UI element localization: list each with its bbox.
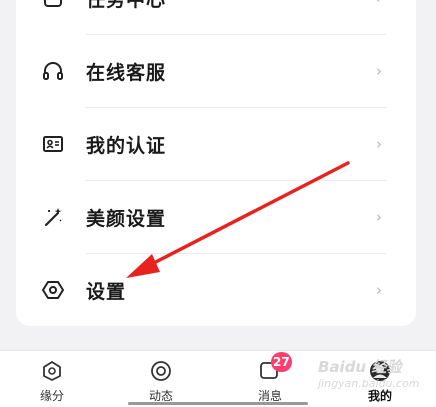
tab-messages[interactable]: 27 消息 bbox=[230, 351, 310, 407]
home-indicator bbox=[128, 402, 308, 405]
moments-icon bbox=[149, 359, 173, 383]
baidu-watermark: Baidu 经验 jingyan.baidu.com bbox=[318, 356, 436, 402]
annotation-arrow bbox=[126, 161, 350, 278]
tab-label: 缘分 bbox=[39, 389, 64, 403]
unread-badge: 27 bbox=[271, 352, 292, 372]
message-icon: 27 bbox=[258, 352, 292, 383]
fate-icon bbox=[40, 359, 64, 383]
tab-fate[interactable]: 缘分 bbox=[12, 351, 92, 407]
watermark-text: Baidu 经验 bbox=[318, 358, 402, 376]
watermark-subtext: jingyan.baidu.com bbox=[318, 377, 420, 390]
tab-moments[interactable]: 动态 bbox=[121, 351, 201, 407]
